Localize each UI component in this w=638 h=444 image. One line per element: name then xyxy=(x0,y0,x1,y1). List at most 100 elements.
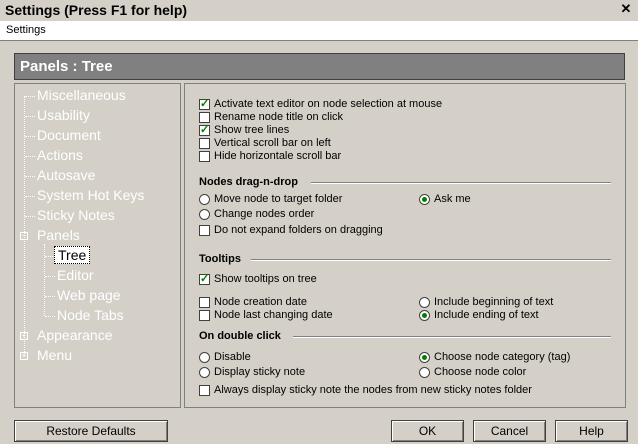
checkbox-label: Vertical scroll bar on left xyxy=(214,137,331,149)
checkbox-label: Node creation date xyxy=(214,296,307,308)
collapse-icon[interactable]: − xyxy=(20,232,28,240)
settings-tree: Miscellaneous Usability Document Actions… xyxy=(14,83,181,408)
ask-me-radio[interactable]: Ask me xyxy=(419,193,471,205)
radio-label: Include beginning of text xyxy=(434,296,554,308)
checkbox-box[interactable] xyxy=(199,137,210,149)
tree-item-miscellaneous[interactable]: Miscellaneous xyxy=(37,87,126,103)
radio-circle[interactable] xyxy=(199,208,210,220)
move-node-radio[interactable]: Move node to target folder xyxy=(199,193,342,205)
radio-circle[interactable] xyxy=(199,366,210,378)
tree-item-menu[interactable]: Menu xyxy=(37,347,72,363)
checkbox-box[interactable] xyxy=(199,111,210,123)
cancel-button[interactable]: Cancel xyxy=(473,420,546,442)
tree-line xyxy=(25,176,35,177)
checkbox-label: Show tree lines xyxy=(214,124,290,136)
activate-editor-checkbox[interactable]: Activate text editor on node selection a… xyxy=(199,97,443,110)
radio-label: Ask me xyxy=(434,193,471,205)
tree-item-web-page[interactable]: Web page xyxy=(57,287,121,303)
checkbox-box[interactable] xyxy=(199,97,210,110)
tree-line xyxy=(25,196,35,197)
tree-item-editor[interactable]: Editor xyxy=(57,267,94,283)
tree-item-document[interactable]: Document xyxy=(37,127,101,143)
rename-title-checkbox[interactable]: Rename node title on click xyxy=(199,111,343,123)
radio-circle[interactable] xyxy=(419,193,430,205)
checkbox-box[interactable] xyxy=(199,384,210,396)
tree-item-usability[interactable]: Usability xyxy=(37,107,90,123)
checkbox-box[interactable] xyxy=(199,309,210,321)
always-display-checkbox[interactable]: Always display sticky note the nodes fro… xyxy=(199,384,532,396)
tree-line xyxy=(25,136,35,137)
section-double-click: On double click xyxy=(199,330,281,342)
radio-circle[interactable] xyxy=(419,366,430,378)
radio-circle[interactable] xyxy=(419,309,430,321)
checkbox-label: Do not expand folders on dragging xyxy=(214,224,383,236)
checkbox-label: Always display sticky note the nodes fro… xyxy=(214,384,532,396)
section-tooltips: Tooltips xyxy=(199,253,241,265)
menu-bar: Settings xyxy=(0,21,638,41)
show-tree-lines-checkbox[interactable]: Show tree lines xyxy=(199,123,290,136)
radio-label: Include ending of text xyxy=(434,309,539,321)
tree-line xyxy=(45,276,55,277)
tree-item-panels[interactable]: Panels xyxy=(37,227,80,243)
radio-label: Choose node color xyxy=(434,366,527,378)
tree-line xyxy=(25,96,35,97)
tree-line xyxy=(45,316,55,317)
radio-circle[interactable] xyxy=(199,351,210,363)
checkbox-box[interactable] xyxy=(199,123,210,136)
section-drag-n-drop: Nodes drag-n-drop xyxy=(199,176,298,188)
section-separator xyxy=(311,182,611,184)
title-bar: Settings (Press F1 for help) ✕ xyxy=(0,0,638,20)
hide-horizontal-checkbox[interactable]: Hide horizontale scroll bar xyxy=(199,150,341,162)
restore-defaults-button[interactable]: Restore Defaults xyxy=(14,420,168,442)
radio-label: Disable xyxy=(214,351,251,363)
radio-label: Move node to target folder xyxy=(214,193,343,205)
panel-header: Panels : Tree xyxy=(14,53,625,80)
no-expand-checkbox[interactable]: Do not expand folders on dragging xyxy=(199,224,383,236)
tree-item-node-tabs[interactable]: Node Tabs xyxy=(57,307,124,323)
tree-line xyxy=(45,296,55,297)
close-icon[interactable]: ✕ xyxy=(618,2,634,16)
disable-radio[interactable]: Disable xyxy=(199,351,251,363)
tree-item-tree[interactable]: Tree xyxy=(54,246,91,264)
checkbox-box[interactable] xyxy=(199,224,210,236)
section-separator xyxy=(251,259,611,261)
tree-item-sticky-notes[interactable]: Sticky Notes xyxy=(37,207,115,223)
expand-icon[interactable]: + xyxy=(20,332,28,340)
radio-circle[interactable] xyxy=(419,296,430,308)
tree-item-system-hot-keys[interactable]: System Hot Keys xyxy=(37,187,144,203)
menu-settings[interactable]: Settings xyxy=(6,24,46,36)
window-title: Settings (Press F1 for help) xyxy=(5,2,188,18)
checkbox-label: Activate text editor on node selection a… xyxy=(214,98,443,110)
radio-circle[interactable] xyxy=(419,351,430,363)
vertical-scroll-checkbox[interactable]: Vertical scroll bar on left xyxy=(199,137,331,149)
show-tooltips-checkbox[interactable]: Show tooltips on tree xyxy=(199,272,317,285)
tree-item-appearance[interactable]: Appearance xyxy=(37,327,113,343)
expand-icon[interactable]: + xyxy=(20,352,28,360)
change-order-radio[interactable]: Change nodes order xyxy=(199,208,314,220)
include-beginning-radio[interactable]: Include beginning of text xyxy=(419,296,553,308)
settings-content: Activate text editor on node selection a… xyxy=(184,83,626,408)
tree-line xyxy=(25,216,35,217)
ok-button[interactable]: OK xyxy=(391,420,464,442)
checkbox-label: Show tooltips on tree xyxy=(214,273,317,285)
help-button[interactable]: Help xyxy=(555,420,628,442)
tree-item-actions[interactable]: Actions xyxy=(37,147,83,163)
display-sticky-radio[interactable]: Display sticky note xyxy=(199,366,305,378)
checkbox-label: Hide horizontale scroll bar xyxy=(214,150,342,162)
checkbox-box[interactable] xyxy=(199,296,210,308)
panel-title: Panels : Tree xyxy=(20,58,113,75)
choose-color-radio[interactable]: Choose node color xyxy=(419,366,526,378)
last-changing-checkbox[interactable]: Node last changing date xyxy=(199,309,333,321)
tree-line xyxy=(24,96,25,356)
section-separator xyxy=(293,336,611,338)
radio-circle[interactable] xyxy=(199,193,210,205)
checkbox-label: Node last changing date xyxy=(214,309,333,321)
tree-line xyxy=(25,116,35,117)
tree-item-autosave[interactable]: Autosave xyxy=(37,167,95,183)
include-ending-radio[interactable]: Include ending of text xyxy=(419,309,539,321)
checkbox-box[interactable] xyxy=(199,150,210,162)
checkbox-box[interactable] xyxy=(199,272,210,285)
checkbox-label: Rename node title on click xyxy=(214,111,344,123)
choose-category-radio[interactable]: Choose node category (tag) xyxy=(419,351,570,363)
creation-date-checkbox[interactable]: Node creation date xyxy=(199,296,307,308)
